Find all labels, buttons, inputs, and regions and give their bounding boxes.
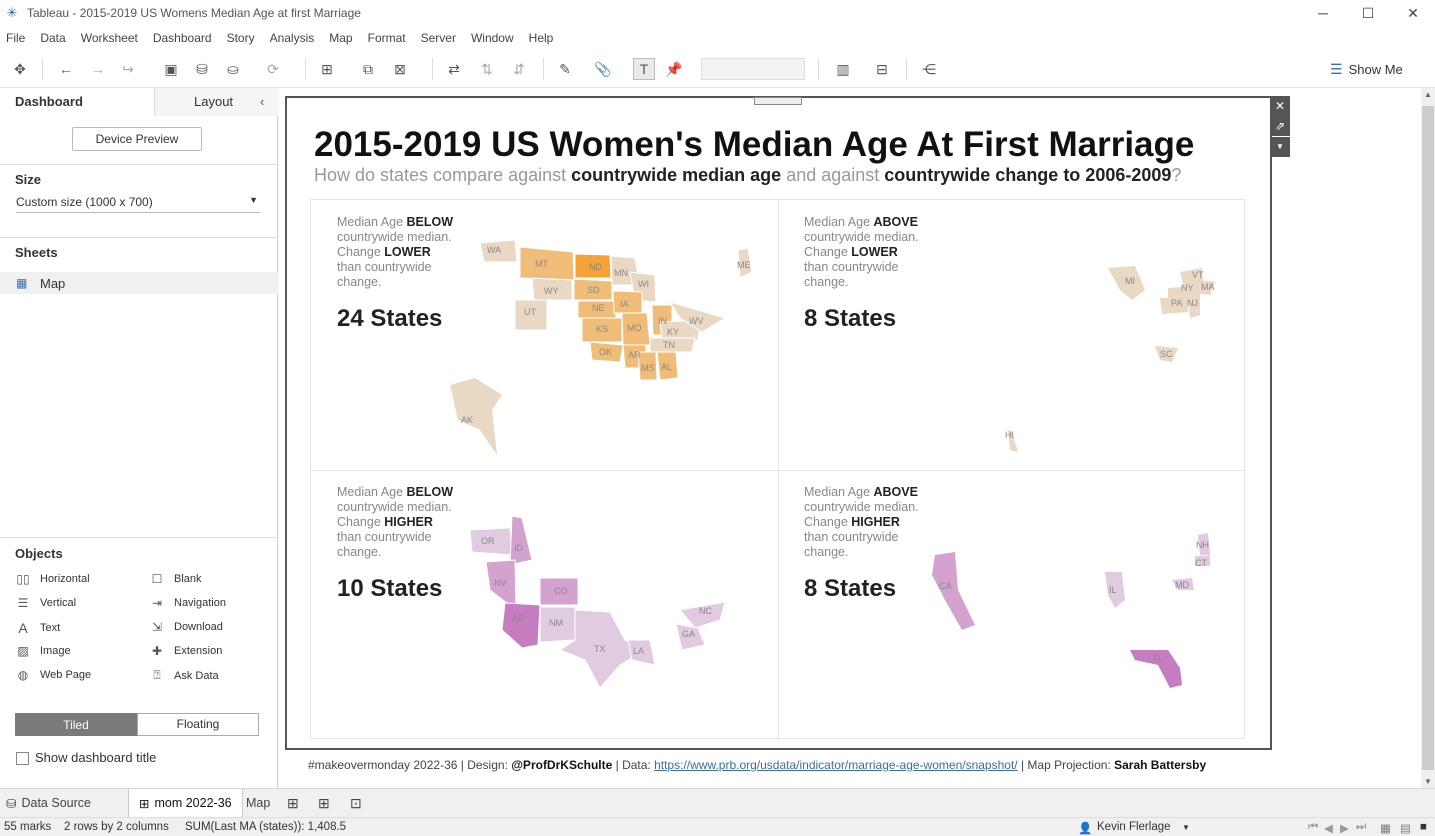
dashboard-icon: ⊞: [139, 796, 150, 811]
sheet-tab-bar: ⛁ Data Source ⊞ mom 2022-36 Map ⊞ ⊞ ⊡: [0, 788, 1435, 817]
new-dashboard-icon[interactable]: ⊞: [318, 789, 330, 817]
state-label: MS: [641, 363, 655, 373]
sheet-sorter-icon[interactable]: ▦: [1380, 821, 1391, 835]
state-label: IL: [1109, 585, 1117, 595]
last-sheet-icon[interactable]: ⏭: [1356, 821, 1366, 834]
state-label: AZ: [512, 613, 524, 623]
dashboard-footer: #makeovermonday 2022-36 | Design: @ProfD…: [308, 758, 1206, 772]
state-label: SD: [587, 285, 600, 295]
state-label: TX: [594, 644, 606, 654]
state-label: NY: [1181, 283, 1194, 293]
state-label: NH: [1196, 540, 1209, 550]
sum-value: SUM(Last MA (states)): 1,408.5: [185, 821, 347, 833]
database-icon: ⛁: [6, 796, 17, 811]
state-label: NV: [494, 578, 507, 588]
state-label: CT: [1195, 558, 1207, 568]
state-shape[interactable]: [509, 515, 533, 566]
state-label: WY: [544, 286, 559, 296]
footer-projection: Sarah Battersby: [1114, 758, 1207, 772]
new-worksheet-icon[interactable]: ⊞: [287, 789, 299, 817]
user-icon: 👤: [1078, 823, 1093, 835]
state-label: OK: [599, 347, 612, 357]
state-label: AK: [461, 415, 473, 425]
state-label: AL: [661, 362, 672, 372]
state-label: VT: [1192, 270, 1204, 280]
new-story-icon[interactable]: ⊡: [350, 789, 362, 817]
next-sheet-icon[interactable]: ▶: [1340, 821, 1349, 835]
data-source-link[interactable]: https://www.prb.org/usdata/indicator/mar…: [654, 758, 1018, 772]
first-sheet-icon[interactable]: ⏮: [1308, 821, 1318, 834]
tab-data-source[interactable]: ⛁ Data Source: [6, 789, 91, 817]
state-label: MA: [1201, 282, 1215, 292]
previous-sheet-icon[interactable]: ◀: [1324, 821, 1333, 835]
state-label: TN: [663, 340, 675, 350]
state-label: FL: [1153, 654, 1164, 664]
state-label: UT: [524, 307, 536, 317]
state-label: NM: [549, 618, 563, 628]
chevron-down-icon[interactable]: ▼: [1182, 823, 1190, 832]
user-name[interactable]: Kevin Flerlage: [1097, 821, 1171, 833]
state-label: MD: [1175, 580, 1189, 590]
state-label: ND: [589, 262, 602, 272]
rows-columns: 2 rows by 2 columns: [64, 821, 169, 833]
footer-designer: @ProfDrKSchulte: [511, 758, 613, 772]
state-label: ME: [737, 260, 751, 270]
state-label: HI: [1005, 430, 1014, 440]
filmstrip-icon[interactable]: ▤: [1400, 821, 1411, 835]
state-label: MT: [535, 259, 548, 269]
state-label: WV: [689, 316, 704, 326]
status-bar: 55 marks 2 rows by 2 columns SUM(Last MA…: [0, 817, 1435, 836]
state-label: IN: [658, 316, 667, 326]
map-q2[interactable]: VT MI NY MA PA NJ SC HI: [1005, 266, 1215, 452]
footer-text: | Map Projection:: [1017, 758, 1115, 772]
state-label: KS: [596, 324, 608, 334]
state-label: MN: [614, 268, 628, 278]
tab-label: Map: [246, 796, 271, 810]
state-shape[interactable]: [501, 602, 541, 649]
footer-text: #makeovermonday 2022-36 | Design:: [308, 758, 512, 772]
state-label: ID: [514, 543, 524, 553]
state-label: SC: [1160, 349, 1173, 359]
state-shape[interactable]: [932, 552, 975, 630]
state-label: MO: [627, 323, 642, 333]
state-label: CA: [939, 581, 952, 591]
tabs-view-icon[interactable]: ■: [1420, 821, 1427, 833]
tab-label: mom 2022-36: [154, 796, 232, 810]
state-label: GA: [682, 629, 695, 639]
state-label: CO: [554, 586, 568, 596]
state-label: NJ: [1187, 298, 1198, 308]
state-label: AR: [628, 350, 641, 360]
state-label: WA: [487, 245, 501, 255]
footer-text: | Data:: [612, 758, 655, 772]
map-q1[interactable]: WA MT ND MN ME WY SD WI UT NE IA KS MO I…: [450, 239, 753, 455]
tab-map-sheet[interactable]: Map: [246, 789, 270, 817]
tab-label: Data Source: [21, 796, 91, 810]
state-label: IA: [620, 299, 629, 309]
state-label: KY: [667, 327, 679, 337]
state-label: PA: [1171, 298, 1182, 308]
state-label: MI: [1125, 276, 1135, 286]
state-shape[interactable]: [450, 378, 502, 455]
state-label: NC: [699, 606, 712, 616]
state-label: LA: [633, 646, 644, 656]
state-label: WI: [638, 279, 649, 289]
state-label: OR: [481, 536, 495, 546]
marks-count: 55 marks: [4, 821, 52, 833]
map-q4[interactable]: NH CT MD CA IL FL: [932, 533, 1210, 688]
state-maps[interactable]: WA MT ND MN ME WY SD WI UT NE IA KS MO I…: [0, 0, 1435, 836]
tab-dashboard-sheet[interactable]: ⊞ mom 2022-36: [128, 789, 243, 817]
state-label: NE: [592, 303, 605, 313]
map-q3[interactable]: OR ID NV CO AZ NM TX LA NC GA: [469, 515, 726, 689]
